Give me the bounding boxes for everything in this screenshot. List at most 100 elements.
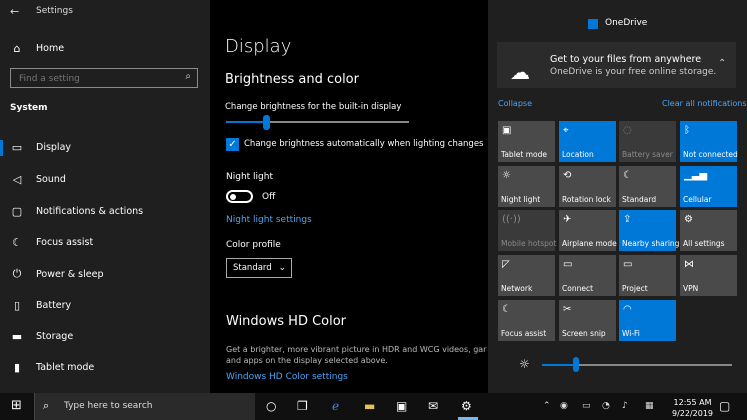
chevron-up-icon[interactable]: ⌃ bbox=[543, 401, 551, 411]
action-center-icon[interactable]: ▢ bbox=[719, 399, 730, 413]
back-arrow-icon[interactable]: ← bbox=[10, 5, 19, 18]
keyboard-icon[interactable]: ▦ bbox=[645, 401, 654, 411]
connect-icon: ▭ bbox=[563, 259, 573, 270]
auto-brightness-checkbox[interactable]: ✓ bbox=[226, 138, 239, 151]
clock-time: 12:55 AM bbox=[673, 398, 712, 407]
cortana-icon[interactable]: ○ bbox=[266, 399, 276, 413]
vpn-icon: ⋈ bbox=[684, 259, 694, 270]
edge-icon[interactable]: ℯ bbox=[332, 399, 339, 413]
quick-action-label: Airplane mode bbox=[562, 239, 617, 248]
sidebar-item-tablet-mode[interactable]: ▮ Tablet mode bbox=[10, 361, 94, 374]
clock[interactable]: 12:55 AM 9/22/2019 bbox=[672, 397, 713, 419]
tablet-mode-icon: ▣ bbox=[502, 125, 512, 136]
quick-action-network[interactable]: ◸ Network bbox=[498, 255, 555, 296]
sidebar-item-label: Display bbox=[36, 142, 72, 153]
record-icon[interactable]: ◉ bbox=[560, 401, 568, 411]
quick-action-tablet-mode[interactable]: ▣ Tablet mode bbox=[498, 121, 555, 162]
project-icon: ▭ bbox=[623, 259, 633, 270]
auto-brightness-label: Change brightness automatically when lig… bbox=[244, 139, 484, 149]
quick-action-label: Network bbox=[501, 284, 533, 293]
selected-indicator bbox=[0, 140, 3, 156]
sidebar-item-label: Tablet mode bbox=[36, 362, 95, 373]
sidebar-item-battery[interactable]: ▯ Battery bbox=[10, 299, 71, 312]
home-icon: ⌂ bbox=[13, 42, 21, 55]
hd-color-settings-link[interactable]: Windows HD Color settings bbox=[226, 372, 348, 382]
brightness-slider-thumb[interactable] bbox=[263, 115, 270, 130]
quick-action-screen-snip[interactable]: ✂ Screen snip bbox=[559, 300, 616, 341]
store-icon[interactable]: ▣ bbox=[396, 399, 407, 413]
collapse-link[interactable]: Collapse bbox=[498, 99, 532, 108]
quick-action-not-connected[interactable]: ᛒ Not connected bbox=[680, 121, 738, 162]
file-explorer-icon[interactable]: ▬ bbox=[364, 399, 375, 413]
brightness-slider-label: Change brightness for the built-in displ… bbox=[225, 102, 402, 112]
mail-icon[interactable]: ✉ bbox=[428, 399, 438, 413]
quick-action-night-light[interactable]: ☼ Night light bbox=[498, 166, 555, 207]
quick-brightness-slider-thumb[interactable] bbox=[573, 357, 579, 372]
notification-app-name: OneDrive bbox=[605, 18, 648, 28]
quick-action-project[interactable]: ▭ Project bbox=[619, 255, 676, 296]
battery-tray-icon[interactable]: ▭ bbox=[582, 401, 591, 411]
cellular-icon: ▁▃▅ bbox=[684, 170, 708, 181]
sidebar-item-focus-assist[interactable]: ☾ Focus assist bbox=[10, 236, 93, 249]
quick-action-standard[interactable]: ☾ Standard bbox=[619, 166, 676, 207]
sidebar-item-sound[interactable]: ◁ Sound bbox=[10, 173, 66, 186]
quick-action-label: Rotation lock bbox=[562, 195, 611, 204]
quick-action-label: Wi-Fi bbox=[622, 329, 640, 338]
quick-action-vpn[interactable]: ⋈ VPN bbox=[680, 255, 737, 296]
quick-action-mobile-hotspot[interactable]: ((·)) Mobile hotspot bbox=[498, 210, 556, 251]
location-icon: ⌖ bbox=[563, 125, 569, 136]
section-heading: System bbox=[10, 103, 48, 113]
quick-action-label: Tablet mode bbox=[501, 150, 547, 159]
quick-action-all-settings[interactable]: ⚙ All settings bbox=[680, 210, 737, 251]
page-title: Display bbox=[225, 36, 292, 57]
quick-action-battery-saver[interactable]: ◌ Battery saver bbox=[619, 121, 676, 162]
quick-action-label: Cellular bbox=[683, 195, 712, 204]
gear-icon: ⚙ bbox=[684, 214, 693, 225]
toggle-knob bbox=[230, 194, 236, 200]
volume-icon[interactable]: ♪ bbox=[622, 401, 628, 411]
settings-taskbar-icon[interactable]: ⚙ bbox=[461, 399, 472, 413]
quick-action-location[interactable]: ⌖ Location bbox=[559, 121, 616, 162]
taskbar-search-text: Type here to search bbox=[64, 401, 153, 411]
quick-action-label: Location bbox=[562, 150, 594, 159]
focus-standard-icon: ☾ bbox=[623, 170, 632, 181]
nearby-sharing-icon: ⇪ bbox=[623, 214, 632, 225]
chevron-up-icon[interactable]: ⌃ bbox=[718, 58, 726, 69]
clock-date: 9/22/2019 bbox=[672, 409, 714, 418]
network-icon: ◸ bbox=[502, 259, 510, 270]
quick-action-connect[interactable]: ▭ Connect bbox=[559, 255, 616, 296]
wifi-tray-icon[interactable]: ◔ bbox=[602, 401, 610, 411]
color-profile-dropdown[interactable]: Standard ⌄ bbox=[226, 258, 292, 278]
bluetooth-icon: ᛒ bbox=[684, 125, 690, 136]
search-input[interactable] bbox=[17, 71, 171, 87]
taskbar-search-box[interactable]: ⌕ Type here to search bbox=[34, 393, 255, 420]
quick-action-label: Screen snip bbox=[562, 329, 606, 338]
quick-action-focus-assist[interactable]: ☾ Focus assist bbox=[498, 300, 555, 341]
sidebar-item-storage[interactable]: ▬ Storage bbox=[10, 330, 73, 343]
sidebar-item-label: Storage bbox=[36, 331, 74, 342]
task-view-icon[interactable]: ❐ bbox=[297, 399, 308, 413]
clear-all-notifications-link[interactable]: Clear all notifications bbox=[662, 99, 747, 108]
quick-action-nearby-sharing[interactable]: ⇪ Nearby sharing bbox=[619, 210, 679, 251]
search-icon: ⌕ bbox=[185, 71, 191, 82]
quick-action-airplane-mode[interactable]: ✈ Airplane mode bbox=[559, 210, 617, 251]
speaker-icon: ◁ bbox=[12, 173, 22, 186]
quick-action-wi-fi[interactable]: ◠ Wi-Fi bbox=[619, 300, 676, 341]
quick-action-label: Not connected bbox=[683, 150, 738, 159]
quick-action-cellular[interactable]: ▁▃▅ Cellular bbox=[680, 166, 737, 207]
night-light-settings-link[interactable]: Night light settings bbox=[226, 215, 312, 225]
brightness-heading: Brightness and color bbox=[225, 72, 359, 87]
find-setting-search[interactable]: ⌕ bbox=[10, 68, 198, 88]
quick-action-label: Project bbox=[622, 284, 648, 293]
power-icon: ⏻ bbox=[12, 267, 22, 280]
sidebar-item-label: Battery bbox=[36, 300, 72, 311]
windows-start-icon[interactable]: ⊞ bbox=[11, 398, 22, 413]
sidebar-item-notifications-actions[interactable]: ▢ Notifications & actions bbox=[10, 205, 143, 218]
sidebar-item-home[interactable]: ⌂ Home bbox=[10, 42, 65, 55]
quick-brightness-slider-fill bbox=[542, 364, 576, 366]
sidebar-item-display[interactable]: ▭ Display bbox=[10, 141, 71, 154]
quick-action-rotation-lock[interactable]: ⟲ Rotation lock bbox=[559, 166, 616, 207]
onedrive-notification[interactable] bbox=[497, 42, 736, 88]
sidebar-item-power-sleep[interactable]: ⏻ Power & sleep bbox=[10, 267, 104, 281]
hd-color-heading: Windows HD Color bbox=[226, 314, 347, 329]
